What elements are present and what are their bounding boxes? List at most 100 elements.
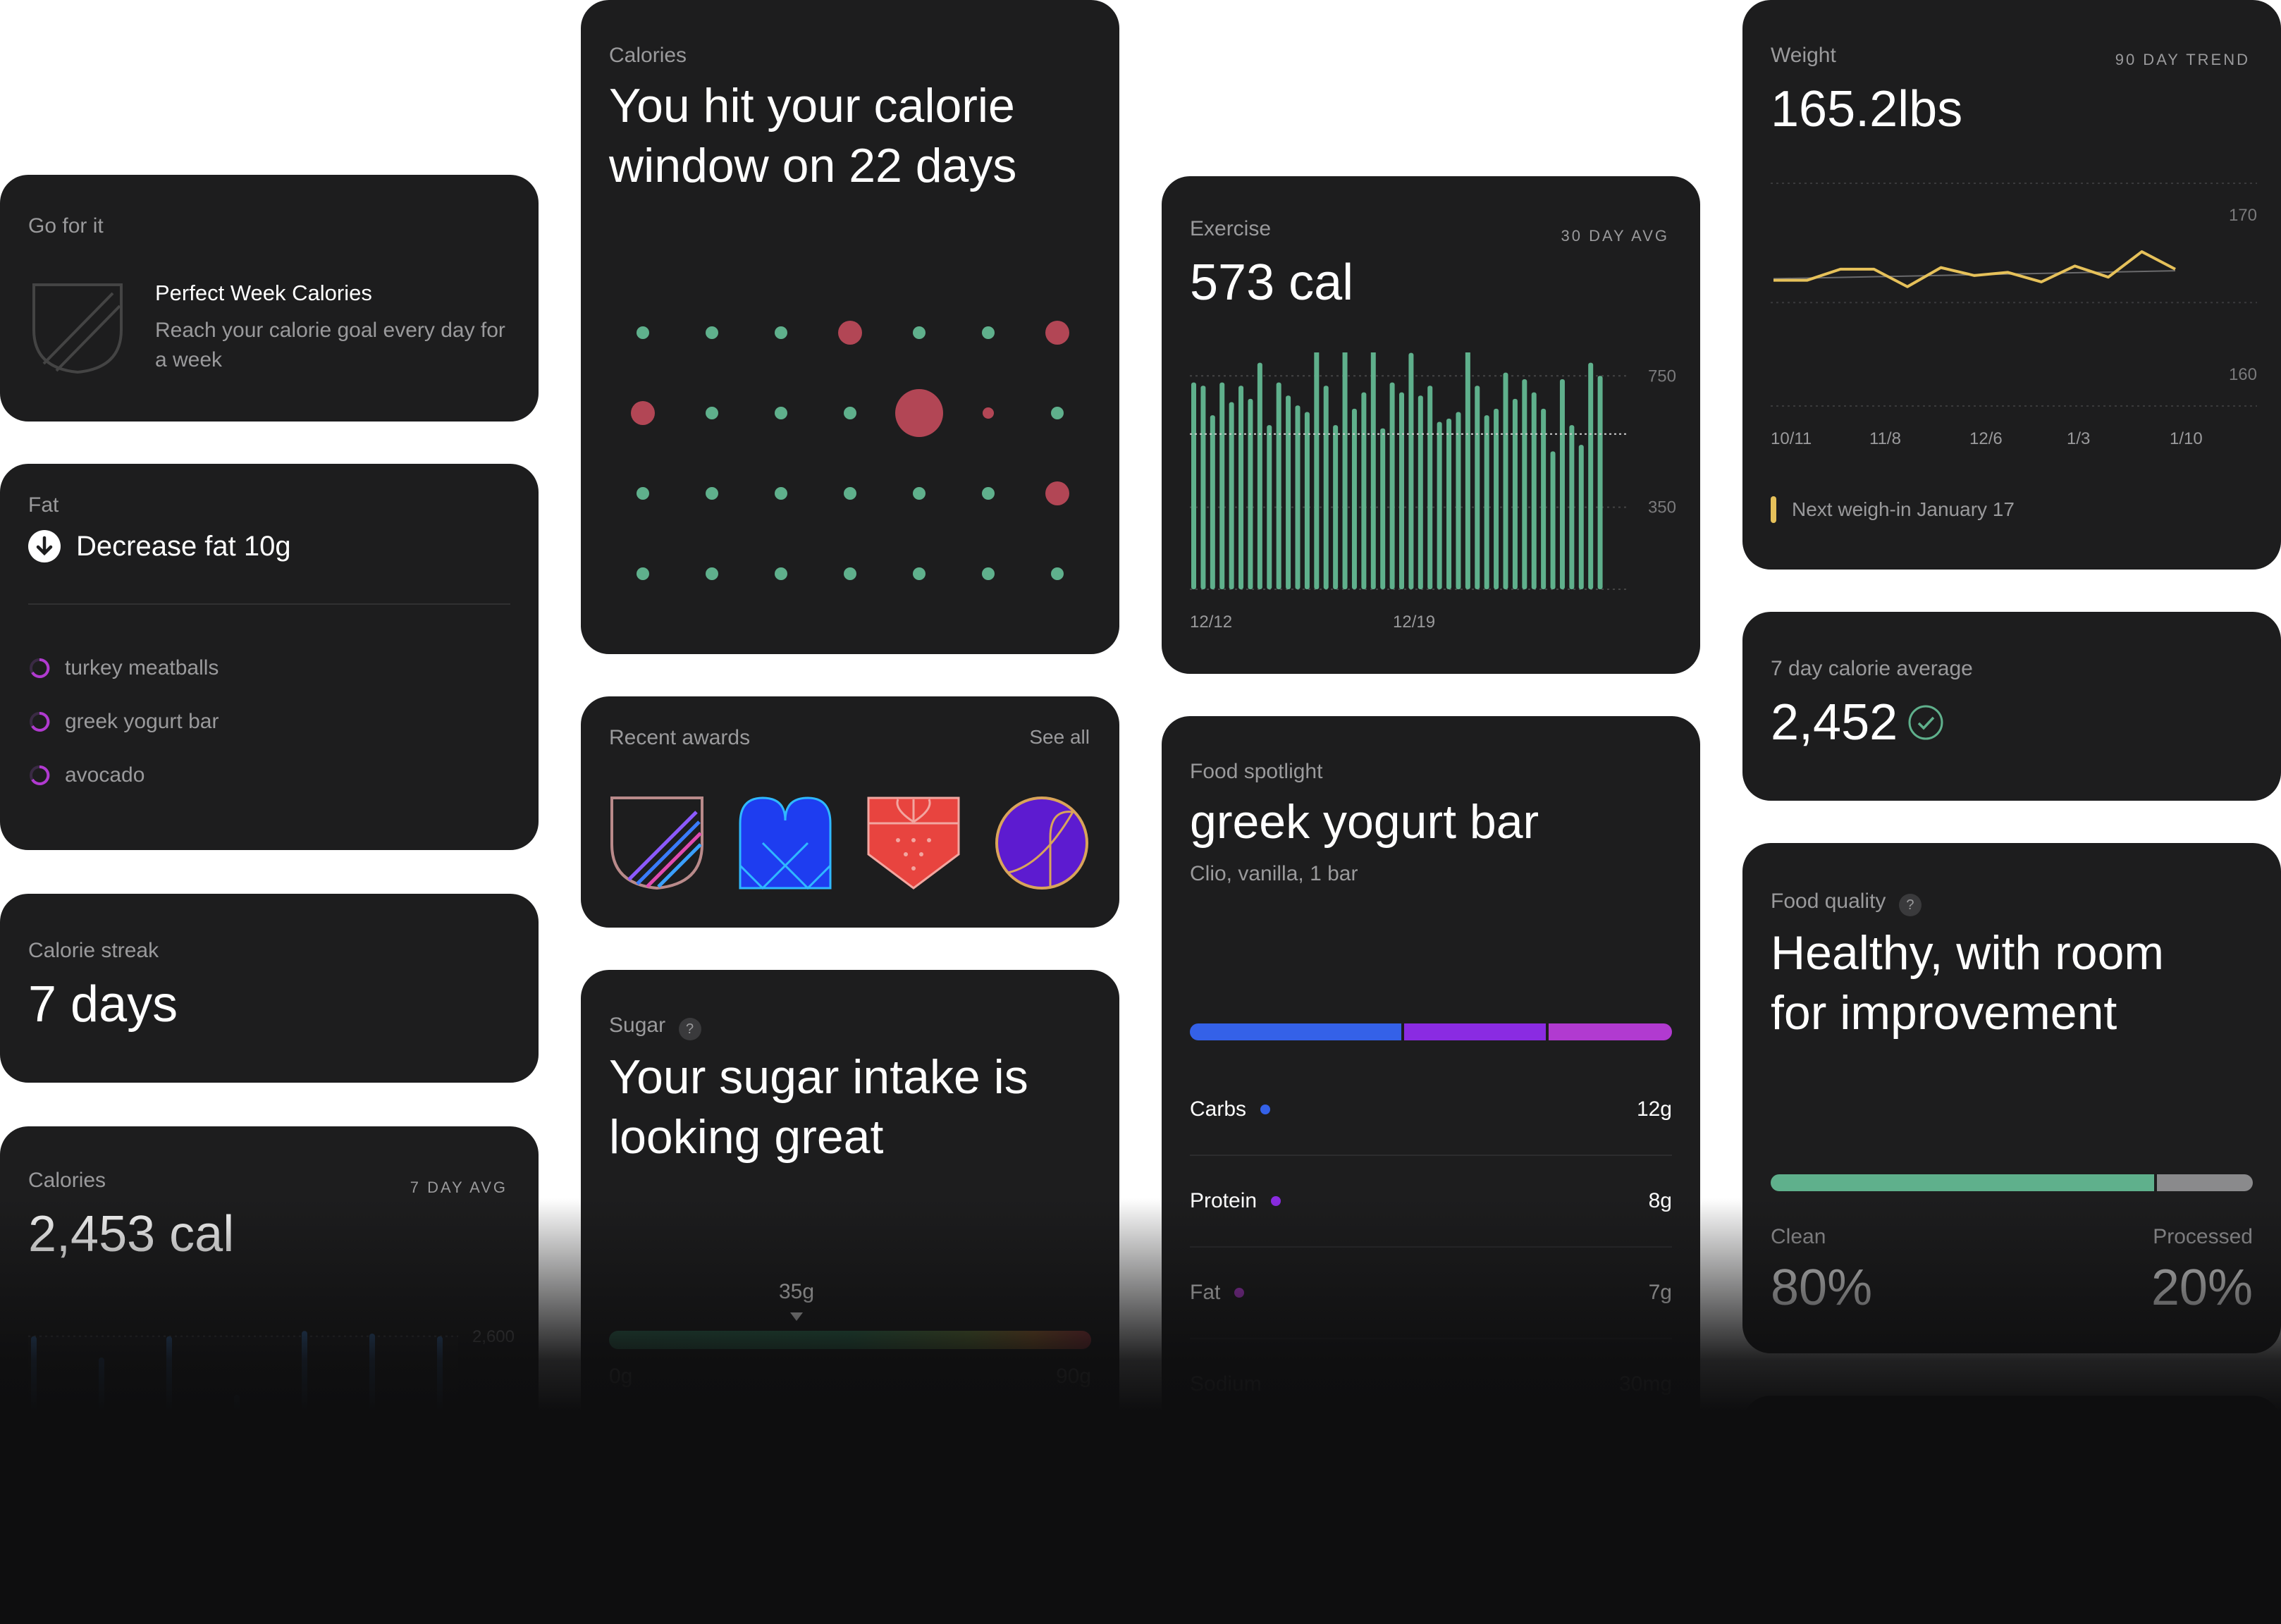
exercise-bar	[1323, 386, 1329, 589]
exercise-card[interactable]: Exercise 30 DAY AVG 573 cal 750 350 12/12 1…	[1162, 176, 1700, 674]
card-label: 7 day calorie average	[1771, 657, 1973, 680]
weight-card[interactable]: Weight 90 DAY TREND 165.2lbs 170 160 10/11…	[1742, 0, 2281, 570]
clean-label: Clean	[1771, 1225, 1826, 1248]
top-foods-card[interactable]: Top foods Your most popular	[1742, 1396, 2281, 1607]
macro-row[interactable]: Sodium 30mg	[1190, 1339, 1672, 1431]
calorie-streak-card[interactable]: Calorie streak 7 days	[0, 894, 539, 1083]
day-dot	[706, 407, 718, 419]
weight-line-chart: 170 160 10/11 11/8 12/6 1/3 1/10	[1771, 183, 2257, 448]
day-dot	[913, 487, 926, 500]
card-tag: 30 DAY AVG	[1561, 227, 1669, 245]
exercise-bar	[1494, 408, 1499, 589]
day-dot	[775, 407, 787, 419]
help-icon[interactable]: ?	[1898, 893, 1922, 916]
macro-segment	[1548, 1023, 1672, 1040]
seven-day-value: 2,452	[1771, 694, 1898, 751]
exercise-bar	[1314, 352, 1320, 589]
see-all-link[interactable]: See all	[1029, 726, 1090, 749]
day-dot	[706, 326, 718, 339]
calories-avg-card[interactable]: Calories 7 DAY AVG 2,453 cal 2,600 2,050	[0, 1126, 539, 1563]
card-label: Calorie streak	[28, 939, 159, 962]
day-dot	[775, 567, 787, 580]
next-weigh-in-text: Next weigh-in January 17	[1792, 498, 2015, 520]
exercise-bar	[1257, 362, 1262, 589]
exercise-bar	[1210, 415, 1215, 589]
calorie-window-card[interactable]: Calories You hit your calorie window on …	[581, 0, 1119, 654]
fat-food-label: turkey meatballs	[65, 656, 219, 679]
go-for-it-card[interactable]: Go for it Perfect Week Calories Reach yo…	[0, 175, 539, 422]
exercise-bar	[1333, 425, 1339, 589]
x-tick-label: 10/11	[1771, 429, 1812, 448]
day-dot	[844, 407, 856, 419]
exercise-bar	[1597, 376, 1603, 589]
food-description: Clio, vanilla, 1 bar	[1190, 862, 1358, 885]
clean-value: 80%	[1771, 1260, 1873, 1316]
exercise-bar	[1465, 352, 1470, 589]
exercise-bar	[1238, 386, 1244, 589]
weight-value: 165.2lbs	[1771, 81, 1963, 137]
exercise-bar	[1550, 451, 1556, 589]
fat-food-label: avocado	[65, 763, 145, 787]
fat-food-item[interactable]: greek yogurt bar	[28, 695, 510, 749]
macro-value: 150mg	[1607, 1464, 1672, 1487]
exercise-bar-chart: 750 350 12/12 12/19	[1190, 352, 1676, 632]
help-icon[interactable]: ?	[678, 1017, 701, 1040]
sugar-marker-triangle	[790, 1312, 803, 1321]
tick-label: 160	[2229, 365, 2257, 384]
exercise-bar	[1267, 425, 1272, 589]
day-dot	[838, 321, 862, 345]
exercise-bar	[1456, 412, 1461, 589]
day-dot	[631, 401, 655, 425]
macro-name: Protein	[1190, 1189, 1258, 1212]
sugar-max-label: 90g	[1055, 1365, 1091, 1388]
card-label: Recent awards	[609, 726, 751, 749]
day-dot	[775, 487, 787, 500]
food-quality-card[interactable]: Food quality ? Healthy, with room for im…	[1742, 843, 2281, 1353]
check-circle-icon	[1908, 705, 1943, 740]
progress-ring-icon	[30, 765, 50, 785]
exercise-bar	[1399, 392, 1404, 589]
x-tick-label: 12/12	[1190, 613, 1232, 632]
macro-name: Fat	[1190, 1281, 1221, 1304]
calorie-window-headline: You hit your calorie window on 22 days	[609, 76, 1091, 196]
day-dot	[895, 389, 943, 437]
macro-list: Carbs 12g Protein 8g Fat 7g Sodium 30mg Potassiu…	[1190, 1064, 1672, 1520]
food-spotlight-card[interactable]: Food spotlight greek yogurt bar Clio, va…	[1162, 716, 1700, 1520]
seven-day-average-card[interactable]: 7 day calorie average 2,452	[1742, 612, 2281, 801]
card-label: Go for it	[28, 214, 104, 238]
macro-segment	[1404, 1023, 1546, 1040]
fat-card[interactable]: Fat Decrease fat 10g turkey meatballs gre…	[0, 464, 539, 850]
sugar-card[interactable]: Sugar ? Your sugar intake is looking gre…	[581, 970, 1119, 1506]
card-label-row: Food quality ?	[1771, 890, 2253, 916]
macro-row[interactable]: Fat 7g	[1190, 1248, 1672, 1339]
exercise-bar	[1578, 445, 1584, 589]
calories-value: 2,453 cal	[28, 1206, 235, 1262]
macro-value: 8g	[1648, 1189, 1672, 1212]
purple-circle-badge-icon	[995, 796, 1088, 890]
day-dot	[1045, 481, 1069, 505]
award-description: Reach your calorie goal every day for a …	[155, 319, 505, 371]
headline-line: window on 22 days	[609, 139, 1017, 192]
food-quality-headline: Healthy, with room for improvement	[1771, 923, 2253, 1043]
exercise-bar	[1541, 408, 1547, 589]
reference-band	[28, 1336, 458, 1549]
macro-value: 30mg	[1618, 1372, 1672, 1396]
macro-segment	[1190, 1023, 1402, 1040]
recent-awards-card[interactable]: Recent awards See all	[581, 696, 1119, 928]
fat-food-item[interactable]: avocado	[28, 749, 510, 802]
macro-value: 12g	[1636, 1097, 1672, 1121]
day-dot	[913, 326, 926, 339]
day-dot	[982, 487, 995, 500]
card-label-row: Sugar ?	[609, 1014, 1091, 1040]
fat-food-item[interactable]: turkey meatballs	[28, 641, 510, 695]
day-dot	[637, 326, 649, 339]
card-tag: 7 DAY AVG	[410, 1179, 508, 1196]
macro-row[interactable]: Protein 8g	[1190, 1156, 1672, 1248]
headline-line: for improvement	[1771, 985, 2117, 1040]
exercise-value: 573 cal	[1190, 254, 1354, 311]
striped-shield-badge-icon	[610, 796, 703, 890]
exercise-bar	[1191, 382, 1196, 589]
macro-row[interactable]: Carbs 12g	[1190, 1064, 1672, 1156]
macro-row[interactable]: Potassium 150mg	[1190, 1431, 1672, 1520]
macro-split-bar	[1190, 1023, 1672, 1040]
